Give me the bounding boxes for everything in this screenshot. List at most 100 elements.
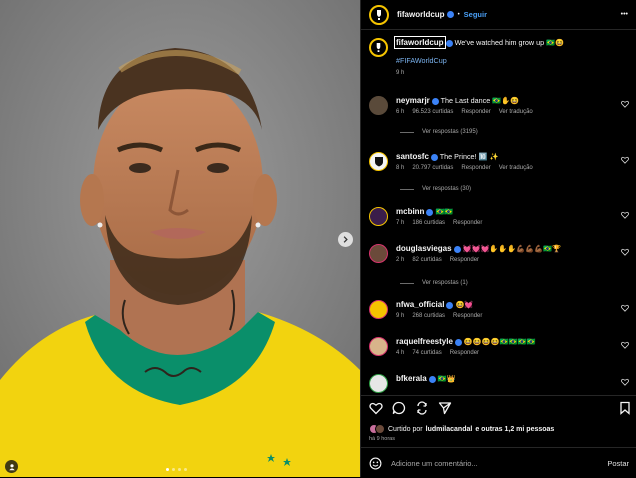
santos-crest-icon bbox=[374, 157, 383, 167]
tagged-users-button[interactable] bbox=[5, 460, 18, 473]
heart-icon[interactable] bbox=[621, 304, 629, 312]
comment-time: 8 h bbox=[396, 165, 405, 171]
post-comment-button[interactable]: Postar bbox=[607, 459, 629, 468]
comment-username[interactable]: mcbinn bbox=[396, 207, 424, 216]
reply-button[interactable]: Responder bbox=[453, 220, 482, 226]
comment-text: The Prince! 🔟 ✨ bbox=[439, 152, 499, 161]
fifa-trophy-logo bbox=[376, 43, 381, 52]
reply-button[interactable]: Responder bbox=[461, 109, 490, 115]
heart-icon[interactable] bbox=[621, 211, 629, 219]
comment-likes[interactable]: 20.797 curtidas bbox=[412, 165, 453, 171]
verified-badge-icon bbox=[446, 11, 454, 18]
header-separator: • bbox=[457, 11, 460, 18]
verified-badge-icon bbox=[454, 338, 462, 346]
heart-icon[interactable] bbox=[621, 378, 629, 386]
carousel-indicator bbox=[166, 468, 187, 471]
fifa-trophy-logo bbox=[377, 9, 381, 20]
comment-likes[interactable]: 96.523 curtidas bbox=[412, 109, 453, 115]
liked-others[interactable]: e outras 1,2 mi pessoas bbox=[475, 426, 554, 433]
verified-badge-icon bbox=[428, 375, 436, 383]
commenter-avatar[interactable] bbox=[369, 244, 388, 263]
reply-button[interactable]: Responder bbox=[453, 313, 482, 319]
commenter-avatar[interactable] bbox=[369, 300, 388, 319]
comment-likes[interactable]: 186 curtidas bbox=[412, 220, 445, 226]
emoji-icon[interactable] bbox=[369, 457, 382, 470]
commenter-avatar[interactable] bbox=[369, 152, 388, 171]
commenter-avatar[interactable] bbox=[369, 207, 388, 226]
post-side-panel: fifaworldcup • Seguir ••• fifaworldcup W… bbox=[360, 0, 636, 477]
comment-item: douglasviegas 💓💓💓✋✋✋💪🏾💪🏾💪🏾🇧🇷🏆 2 h 82 curt… bbox=[369, 244, 631, 263]
author-avatar[interactable] bbox=[369, 4, 389, 25]
comment-username[interactable]: santosfc bbox=[396, 152, 429, 161]
player-photo bbox=[0, 0, 360, 477]
post-media bbox=[0, 0, 360, 477]
bookmark-icon[interactable] bbox=[619, 401, 631, 415]
comment-text: 😆😆😆😆🇧🇷🇧🇷🇧🇷🇧🇷 bbox=[463, 337, 536, 346]
reply-button[interactable]: Responder bbox=[461, 165, 490, 171]
verified-badge-icon bbox=[431, 97, 439, 105]
caption-avatar[interactable] bbox=[369, 38, 388, 57]
view-replies-label[interactable]: Ver respostas (1) bbox=[422, 280, 468, 286]
comment-item: bfkerala 🇧🇷👑 bbox=[369, 374, 631, 393]
view-replies-button[interactable]: Ver respostas (30) bbox=[400, 186, 471, 192]
comment-username[interactable]: bfkerala bbox=[396, 374, 427, 383]
view-replies-label[interactable]: Ver respostas (3195) bbox=[422, 129, 478, 135]
share-icon[interactable] bbox=[415, 401, 429, 415]
heart-icon[interactable] bbox=[621, 100, 629, 108]
more-options-button[interactable]: ••• bbox=[621, 11, 628, 18]
carousel-dot bbox=[166, 468, 169, 471]
comment-likes[interactable]: 268 curtidas bbox=[412, 313, 445, 319]
commenter-avatar[interactable] bbox=[369, 337, 388, 356]
verified-badge-icon bbox=[430, 153, 438, 161]
heart-icon[interactable] bbox=[621, 341, 629, 349]
translate-button[interactable]: Ver tradução bbox=[499, 109, 533, 115]
comment-username[interactable]: neymarjr bbox=[396, 96, 430, 105]
comment-time: 7 h bbox=[396, 220, 405, 226]
comment-username[interactable]: douglasviegas bbox=[396, 244, 452, 253]
translate-button[interactable]: Ver tradução bbox=[499, 165, 533, 171]
reply-button[interactable]: Responder bbox=[450, 350, 479, 356]
comment-text: The Last dance 🇧🇷✋😆 bbox=[440, 96, 520, 105]
comment-likes[interactable]: 74 curtidas bbox=[412, 350, 441, 356]
author-username[interactable]: fifaworldcup bbox=[397, 10, 445, 19]
next-image-button[interactable] bbox=[338, 232, 353, 247]
post-actions: Curtido por ludmilacandal e outras 1,2 m… bbox=[361, 395, 636, 477]
view-replies-button[interactable]: Ver respostas (3195) bbox=[400, 129, 478, 135]
commenter-avatar[interactable] bbox=[369, 374, 388, 393]
verified-badge-icon bbox=[445, 39, 453, 47]
liked-username[interactable]: ludmilacandal bbox=[426, 426, 473, 433]
follow-button[interactable]: Seguir bbox=[464, 10, 487, 19]
action-icons bbox=[369, 401, 452, 415]
heart-icon[interactable] bbox=[621, 248, 629, 256]
verified-badge-icon bbox=[426, 208, 434, 216]
comment-text: 🇧🇷👑 bbox=[437, 374, 456, 383]
comment-text: 💓💓💓✋✋✋💪🏾💪🏾💪🏾🇧🇷🏆 bbox=[462, 244, 562, 253]
send-icon[interactable] bbox=[438, 401, 452, 415]
comment-text: 🇧🇷🇧🇷 bbox=[435, 207, 454, 216]
comment-username[interactable]: nfwa_official bbox=[396, 300, 444, 309]
caption-hashtag[interactable]: #FIFAWorldCup bbox=[396, 56, 564, 66]
liked-by: Curtido por ludmilacandal e outras 1,2 m… bbox=[369, 424, 554, 434]
comment-likes[interactable]: 82 curtidas bbox=[412, 257, 441, 263]
caption-username[interactable]: fifaworldcup bbox=[394, 36, 446, 49]
comment-username[interactable]: raquelfreestyle bbox=[396, 337, 453, 346]
liked-prefix: Curtido por bbox=[388, 425, 423, 433]
post-time: há 9 horas bbox=[369, 436, 395, 442]
comments-list: fifaworldcup We've watched him grow up 🇧… bbox=[361, 30, 636, 395]
comment-item: nfwa_official 😆💓 9 h 268 curtidas Responde… bbox=[369, 300, 631, 319]
commenter-avatar[interactable] bbox=[369, 96, 388, 115]
comment-input[interactable]: Adicione um comentário... bbox=[391, 459, 607, 468]
reply-button[interactable]: Responder bbox=[450, 257, 479, 263]
comment-time: 9 h bbox=[396, 313, 405, 319]
view-replies-button[interactable]: Ver respostas (1) bbox=[400, 280, 468, 286]
comment-icon[interactable] bbox=[392, 401, 406, 415]
comment-item: neymarjr The Last dance 🇧🇷✋😆 6 h 96.523 c… bbox=[369, 96, 631, 115]
caption-text: We've watched him grow up 🇧🇷😆 bbox=[454, 38, 564, 47]
heart-icon[interactable] bbox=[369, 401, 383, 415]
view-replies-label[interactable]: Ver respostas (30) bbox=[422, 186, 471, 192]
tag-user-icon bbox=[8, 463, 15, 470]
heart-icon[interactable] bbox=[621, 156, 629, 164]
post-header: fifaworldcup • Seguir ••• bbox=[361, 0, 636, 30]
carousel-dot bbox=[184, 468, 187, 471]
carousel-dot bbox=[172, 468, 175, 471]
